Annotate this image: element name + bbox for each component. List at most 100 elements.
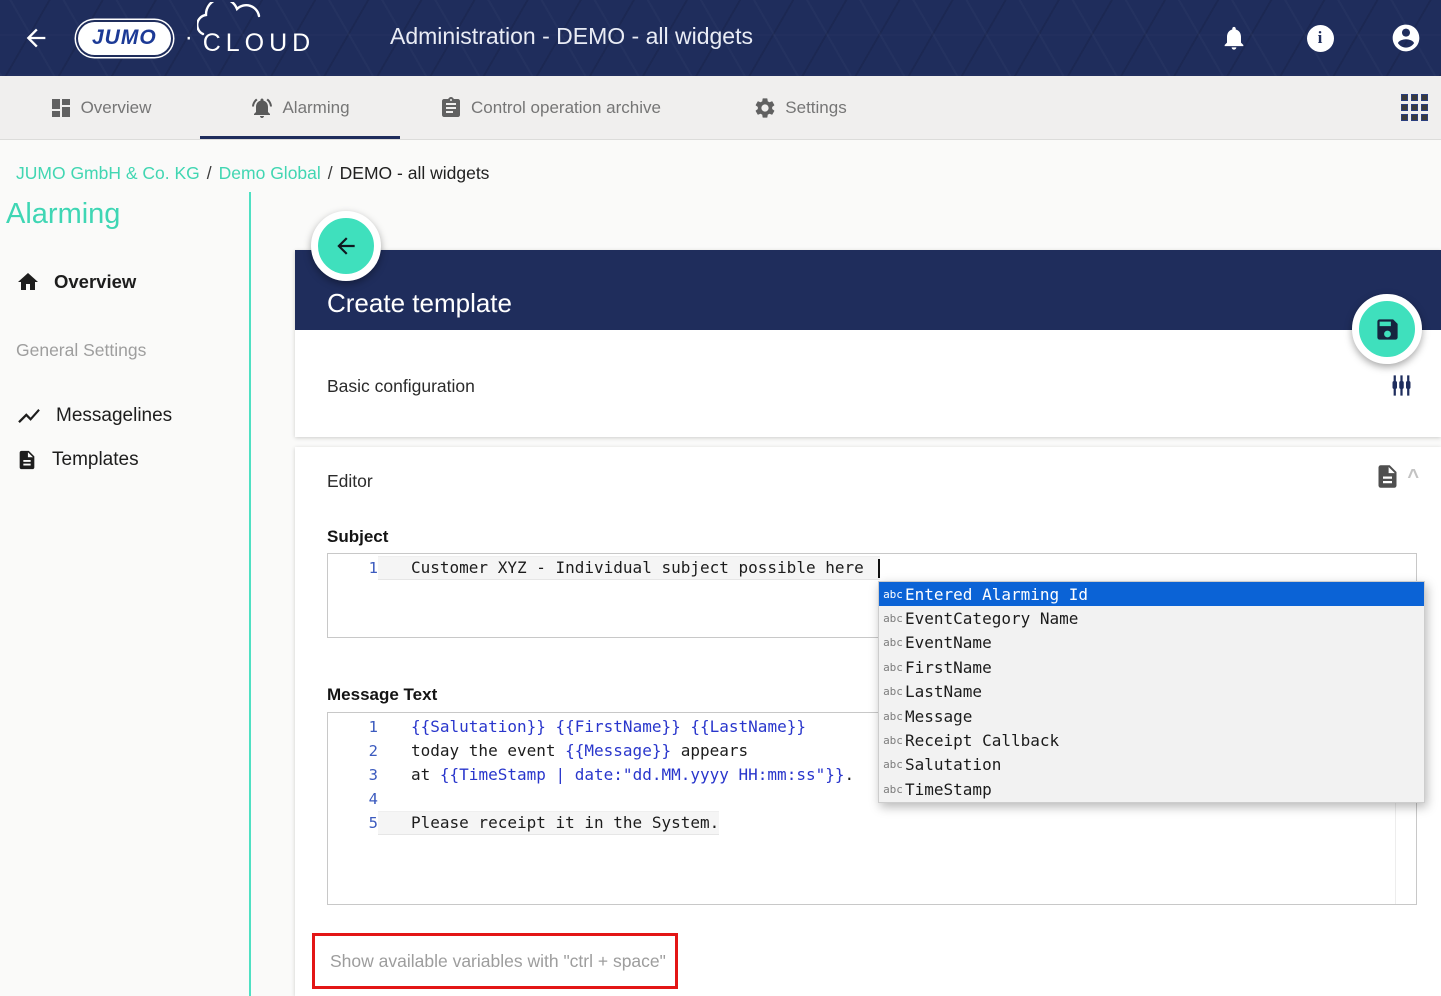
abc-variable-icon: abc — [881, 710, 905, 723]
collapse-chevron-icon[interactable]: ^ — [1407, 467, 1419, 487]
template-variable: {{Salutation}} — [411, 717, 546, 736]
autocomplete-item[interactable]: abcReceipt Callback — [879, 728, 1424, 752]
code-text: Please receipt it in the System. — [378, 811, 719, 835]
autocomplete-item-label: EventCategory Name — [905, 609, 1078, 628]
jumo-logo-pill: JUMO — [78, 22, 171, 55]
sidebar-item-label: Templates — [52, 449, 139, 471]
logo-separator-dot: · — [185, 24, 193, 52]
breadcrumb: JUMO GmbH & Co. KG / Demo Global / DEMO - al… — [16, 163, 489, 184]
basic-configuration-label: Basic configuration — [327, 376, 475, 397]
autocomplete-item[interactable]: abcSalutation — [879, 753, 1424, 777]
autocomplete-item-label: EventName — [905, 633, 992, 652]
autocomplete-item[interactable]: abcEventName — [879, 631, 1424, 655]
basic-configuration-row: Basic configuration — [295, 330, 1441, 437]
template-variable: {{FirstName}} — [556, 717, 681, 736]
bell-ring-icon — [250, 96, 274, 120]
sidebar: Alarming Overview General Settings Message… — [0, 192, 250, 996]
logo-cloud-text: CLOUD — [203, 29, 316, 58]
app-root: JUMO · CLOUD Administration - DEMO - all… — [0, 0, 1441, 996]
autocomplete-item[interactable]: abcMessage — [879, 704, 1424, 728]
notifications-bell-icon[interactable] — [1217, 21, 1251, 55]
breadcrumb-item: DEMO - all widgets — [340, 163, 490, 183]
tab-overview[interactable]: Overview — [0, 76, 200, 139]
sidebar-item-overview[interactable]: Overview — [0, 260, 248, 304]
abc-variable-icon: abc — [881, 734, 905, 747]
code-segment: today the event — [411, 741, 565, 760]
abc-variable-icon: abc — [881, 612, 905, 625]
autocomplete-item-label: TimeStamp — [905, 780, 992, 799]
abc-variable-icon: abc — [881, 758, 905, 771]
create-template-card: Create template Basic configuration — [295, 250, 1441, 437]
code-segment — [681, 717, 691, 736]
template-variable: {{TimeStamp | date:"dd.MM.yyyy HH:mm:ss"… — [440, 765, 845, 784]
save-button[interactable] — [1352, 294, 1422, 364]
jumo-cloud-logo: JUMO · CLOUD — [78, 14, 315, 62]
tab-label: Settings — [785, 98, 846, 118]
window-title: Administration - DEMO - all widgets — [390, 23, 753, 50]
tab-label: Overview — [81, 98, 152, 118]
page-title: Create template — [327, 288, 512, 319]
dashboard-icon — [49, 96, 73, 120]
code-text: at {{TimeStamp | date:"dd.MM.yyyy HH:mm:… — [378, 763, 854, 787]
sidebar-section-general-settings: General Settings — [0, 330, 248, 371]
info-icon[interactable]: i — [1303, 21, 1337, 55]
abc-variable-icon: abc — [881, 661, 905, 674]
line-number: 4 — [328, 787, 378, 811]
line-number: 1 — [328, 715, 378, 739]
code-segment: . — [844, 765, 854, 784]
back-arrow-icon[interactable] — [22, 24, 52, 52]
abc-variable-icon: abc — [881, 636, 905, 649]
code-segment: appears — [671, 741, 748, 760]
autocomplete-item[interactable]: abcEntered Alarming Id — [879, 582, 1424, 606]
document-icon — [16, 449, 38, 471]
sidebar-item-templates[interactable]: Templates — [0, 439, 248, 481]
breadcrumb-item[interactable]: Demo Global — [219, 163, 321, 183]
account-icon[interactable] — [1389, 21, 1423, 55]
line-number: 5 — [328, 811, 378, 835]
editor-card: Editor ^ Subject 1Customer XYZ - Individ… — [295, 447, 1441, 996]
message-text-label: Message Text — [327, 685, 437, 705]
clipboard-icon — [439, 96, 463, 120]
autocomplete-item-label: FirstName — [905, 658, 992, 677]
autocomplete-item-label: Entered Alarming Id — [905, 585, 1088, 604]
breadcrumb-item[interactable]: JUMO GmbH & Co. KG — [16, 163, 200, 183]
abc-variable-icon: abc — [881, 588, 905, 601]
breadcrumb-separator: / — [207, 163, 212, 183]
top-bar: JUMO · CLOUD Administration - DEMO - all… — [0, 0, 1441, 76]
autocomplete-item-label: LastName — [905, 682, 982, 701]
sidebar-item-messagelines[interactable]: Messagelines — [0, 393, 248, 439]
code-text — [378, 787, 411, 811]
editor-section-label: Editor — [327, 471, 373, 492]
back-button[interactable] — [311, 211, 381, 281]
autocomplete-item[interactable]: abcLastName — [879, 680, 1424, 704]
breadcrumb-separator: / — [328, 163, 333, 183]
code-segment — [546, 717, 556, 736]
sidebar-title: Alarming — [6, 198, 120, 231]
template-variable: {{LastName}} — [690, 717, 806, 736]
autocomplete-item[interactable]: abcFirstName — [879, 655, 1424, 679]
tune-filter-icon[interactable] — [1388, 372, 1415, 399]
code-line: 5 Please receipt it in the System. — [328, 811, 1416, 835]
tab-alarming[interactable]: Alarming — [200, 76, 400, 139]
cloud-outline-icon — [197, 2, 283, 36]
tab-control-operation-archive[interactable]: Control operation archive — [400, 76, 700, 139]
tab-bar-items: Overview Alarming Control operation archiv… — [0, 76, 900, 139]
code-text: {{Salutation}} {{FirstName}} {{LastName}… — [378, 715, 806, 739]
top-bar-actions: i — [1217, 0, 1423, 76]
subject-label: Subject — [327, 527, 388, 547]
line-number: 1 — [328, 556, 378, 580]
apps-grid-icon[interactable] — [1401, 94, 1429, 122]
autocomplete-item-label: Salutation — [905, 755, 1001, 774]
code-segment: Please receipt it in the System. — [411, 813, 719, 832]
tab-label: Alarming — [282, 98, 349, 118]
autocomplete-item[interactable]: abcTimeStamp — [879, 777, 1424, 801]
code-text: today the event {{Message}} appears — [378, 739, 748, 763]
autocomplete-item-label: Receipt Callback — [905, 731, 1059, 750]
tab-bar: Overview Alarming Control operation archiv… — [0, 76, 1441, 140]
autocomplete-item[interactable]: abcEventCategory Name — [879, 606, 1424, 630]
sidebar-divider — [249, 192, 251, 996]
tab-settings[interactable]: Settings — [700, 76, 900, 139]
code-line: 1Customer XYZ - Individual subject possi… — [328, 556, 1416, 580]
abc-variable-icon: abc — [881, 783, 905, 796]
floppy-save-icon — [1374, 316, 1401, 343]
